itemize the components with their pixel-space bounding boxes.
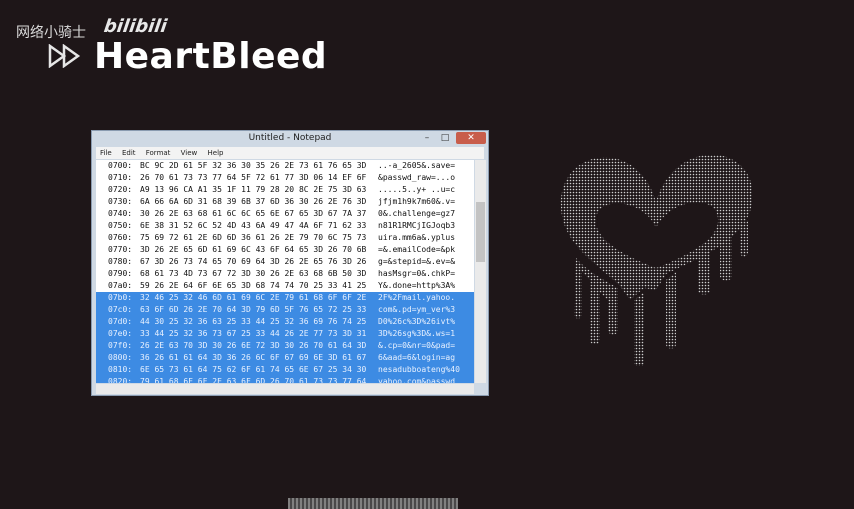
row-ascii: jfjm1h9k7m60&.v= xyxy=(378,197,456,206)
hex-row: 07d0: 44 30 25 32 36 63 25 33 44 25 32 36… xyxy=(96,316,474,328)
hex-row: 07c0: 63 6F 6D 26 2E 70 64 3D 79 6D 5F 76… xyxy=(96,304,474,316)
menu-help[interactable]: Help xyxy=(208,149,224,157)
row-ascii: uira.mm6a&.yplus xyxy=(378,233,456,242)
row-ascii: g=&stepid=&.ev=& xyxy=(378,257,456,266)
row-hex-bytes: 30 26 2E 63 68 61 6C 6C 65 6E 67 65 3D 6… xyxy=(140,209,367,218)
scroll-thumb[interactable] xyxy=(476,202,485,262)
row-ascii: =&.emailCode=&pk xyxy=(378,245,456,254)
row-offset: 0720: xyxy=(108,185,133,194)
text-editor[interactable]: 0700: BC 9C 2D 61 5F 32 36 30 35 26 2E 73… xyxy=(96,160,474,383)
row-offset: 07e0: xyxy=(108,329,133,338)
menu-bar: File Edit Format View Help xyxy=(96,147,484,159)
hex-row: 0750: 6E 38 31 52 6C 52 4D 43 6A 49 47 4A… xyxy=(96,220,474,232)
row-offset: 0790: xyxy=(108,269,133,278)
hex-row: 07a0: 59 26 2E 64 6F 6E 65 3D 68 74 74 70… xyxy=(96,280,474,292)
row-ascii: nesadubboateng%40 xyxy=(378,365,460,374)
hex-row: 0730: 6A 66 6A 6D 31 68 39 6B 37 6D 36 30… xyxy=(96,196,474,208)
row-hex-bytes: 32 46 25 32 46 6D 61 69 6C 2E 79 61 68 6… xyxy=(140,293,367,302)
hex-row: 0780: 67 3D 26 73 74 65 70 69 64 3D 26 2E… xyxy=(96,256,474,268)
hex-row: 0720: A9 13 96 CA A1 35 1F 11 79 28 20 8C… xyxy=(96,184,474,196)
row-offset: 0760: xyxy=(108,233,133,242)
row-offset: 0740: xyxy=(108,209,133,218)
row-hex-bytes: 26 2E 63 70 3D 30 26 6E 72 3D 30 26 70 6… xyxy=(140,341,367,350)
row-ascii: 0&.challenge=gz7 xyxy=(378,209,456,218)
row-offset: 07d0: xyxy=(108,317,133,326)
window-titlebar[interactable]: Untitled - Notepad – □ ✕ xyxy=(92,131,488,147)
close-button[interactable]: ✕ xyxy=(456,132,486,144)
hex-row: 0740: 30 26 2E 63 68 61 6C 6C 65 6E 67 65… xyxy=(96,208,474,220)
page-title: HeartBleed xyxy=(94,36,328,77)
row-offset: 0810: xyxy=(108,365,133,374)
menu-format[interactable]: Format xyxy=(146,149,171,157)
row-hex-bytes: 68 61 73 4D 73 67 72 3D 30 26 2E 63 68 6… xyxy=(140,269,367,278)
row-hex-bytes: A9 13 96 CA A1 35 1F 11 79 28 20 8C 2E 7… xyxy=(140,185,367,194)
bilibili-logo: bilibili xyxy=(102,16,169,37)
hex-row: 07b0: 32 46 25 32 46 6D 61 69 6C 2E 79 61… xyxy=(96,292,474,304)
row-ascii: .....5..y+ ..u=c xyxy=(378,185,456,194)
row-offset: 07b0: xyxy=(108,293,133,302)
hex-row: 0810: 6E 65 73 61 64 75 62 6F 61 74 65 6E… xyxy=(96,364,474,376)
row-hex-bytes: 63 6F 6D 26 2E 70 64 3D 79 6D 5F 76 65 7… xyxy=(140,305,367,314)
row-ascii: Y&.done=http%3A% xyxy=(378,281,456,290)
row-offset: 07c0: xyxy=(108,305,133,314)
hex-row: 07f0: 26 2E 63 70 3D 30 26 6E 72 3D 30 26… xyxy=(96,340,474,352)
row-offset: 0710: xyxy=(108,173,133,182)
hex-row: 0790: 68 61 73 4D 73 67 72 3D 30 26 2E 63… xyxy=(96,268,474,280)
vertical-scrollbar[interactable] xyxy=(475,160,486,383)
heartbleed-logo-icon xyxy=(560,154,753,366)
row-offset: 0750: xyxy=(108,221,133,230)
row-hex-bytes: 75 69 72 61 2E 6D 6D 36 61 26 2E 79 70 6… xyxy=(140,233,367,242)
row-ascii: 6&aad=6&login=ag xyxy=(378,353,456,362)
hex-row: 0820: 79 61 68 6F 6F 2E 63 6F 6D 26 70 61… xyxy=(96,376,474,383)
row-ascii: &.cp=0&nr=0&pad= xyxy=(378,341,456,350)
hex-row: 0760: 75 69 72 61 2E 6D 6D 36 61 26 2E 79… xyxy=(96,232,474,244)
row-ascii: hasMsgr=0&.chkP= xyxy=(378,269,456,278)
row-hex-bytes: 6A 66 6A 6D 31 68 39 6B 37 6D 36 30 26 2… xyxy=(140,197,367,206)
row-ascii: 2F%2Fmail.yahoo. xyxy=(378,293,456,302)
row-offset: 0800: xyxy=(108,353,133,362)
horizontal-scrollbar[interactable] xyxy=(96,384,474,394)
row-offset: 0820: xyxy=(108,377,133,383)
row-hex-bytes: 6E 38 31 52 6C 52 4D 43 6A 49 47 4A 6F 7… xyxy=(140,221,367,230)
row-hex-bytes: 3D 26 2E 65 6D 61 69 6C 43 6F 64 65 3D 2… xyxy=(140,245,367,254)
menu-edit[interactable]: Edit xyxy=(122,149,136,157)
row-hex-bytes: 59 26 2E 64 6F 6E 65 3D 68 74 74 70 25 3… xyxy=(140,281,367,290)
row-ascii: 3D%26sg%3D&.ws=1 xyxy=(378,329,456,338)
row-ascii: ..-a_2605&.save= xyxy=(378,161,456,170)
row-ascii: com&.pd=ym_ver%3 xyxy=(378,305,456,314)
row-offset: 0700: xyxy=(108,161,133,170)
hex-row: 07e0: 33 44 25 32 36 73 67 25 33 44 26 2E… xyxy=(96,328,474,340)
row-offset: 07f0: xyxy=(108,341,133,350)
menu-file[interactable]: File xyxy=(100,149,112,157)
row-offset: 0780: xyxy=(108,257,133,266)
menu-view[interactable]: View xyxy=(181,149,198,157)
notepad-window[interactable]: Untitled - Notepad – □ ✕ File Edit Forma… xyxy=(91,130,489,509)
row-hex-bytes: BC 9C 2D 61 5F 32 36 30 35 26 2E 73 61 7… xyxy=(140,161,367,170)
maximize-button[interactable]: □ xyxy=(436,132,454,144)
row-ascii: D0%26c%3D%26ivt% xyxy=(378,317,456,326)
row-ascii: yahoo.com&passwd xyxy=(378,377,456,383)
row-hex-bytes: 79 61 68 6F 6F 2E 63 6F 6D 26 70 61 73 7… xyxy=(140,377,367,383)
row-ascii: &passwd_raw=...o xyxy=(378,173,456,182)
row-offset: 0730: xyxy=(108,197,133,206)
hex-row: 0710: 26 70 61 73 73 77 64 5F 72 61 77 3D… xyxy=(96,172,474,184)
hex-row: 0700: BC 9C 2D 61 5F 32 36 30 35 26 2E 73… xyxy=(96,160,474,172)
hex-row: 0770: 3D 26 2E 65 6D 61 69 6C 43 6F 64 65… xyxy=(96,244,474,256)
row-hex-bytes: 36 26 61 61 64 3D 36 26 6C 6F 67 69 6E 3… xyxy=(140,353,367,362)
row-hex-bytes: 26 70 61 73 73 77 64 5F 72 61 77 3D 06 1… xyxy=(140,173,367,182)
minimize-button[interactable]: – xyxy=(418,132,436,144)
row-hex-bytes: 44 30 25 32 36 63 25 33 44 25 32 36 69 7… xyxy=(140,317,367,326)
row-hex-bytes: 67 3D 26 73 74 65 70 69 64 3D 26 2E 65 7… xyxy=(140,257,367,266)
row-ascii: n81R1RMCjIGJoqb3 xyxy=(378,221,456,230)
row-offset: 07a0: xyxy=(108,281,133,290)
hex-row: 0800: 36 26 61 61 64 3D 36 26 6C 6F 67 69… xyxy=(96,352,474,364)
redacted-block xyxy=(288,498,458,509)
row-hex-bytes: 6E 65 73 61 64 75 62 6F 61 74 65 6E 67 2… xyxy=(140,365,367,374)
play-forward-icon xyxy=(48,44,81,68)
channel-name: 网络小骑士 xyxy=(16,25,86,41)
row-offset: 0770: xyxy=(108,245,133,254)
row-hex-bytes: 33 44 25 32 36 73 67 25 33 44 26 2E 77 7… xyxy=(140,329,367,338)
